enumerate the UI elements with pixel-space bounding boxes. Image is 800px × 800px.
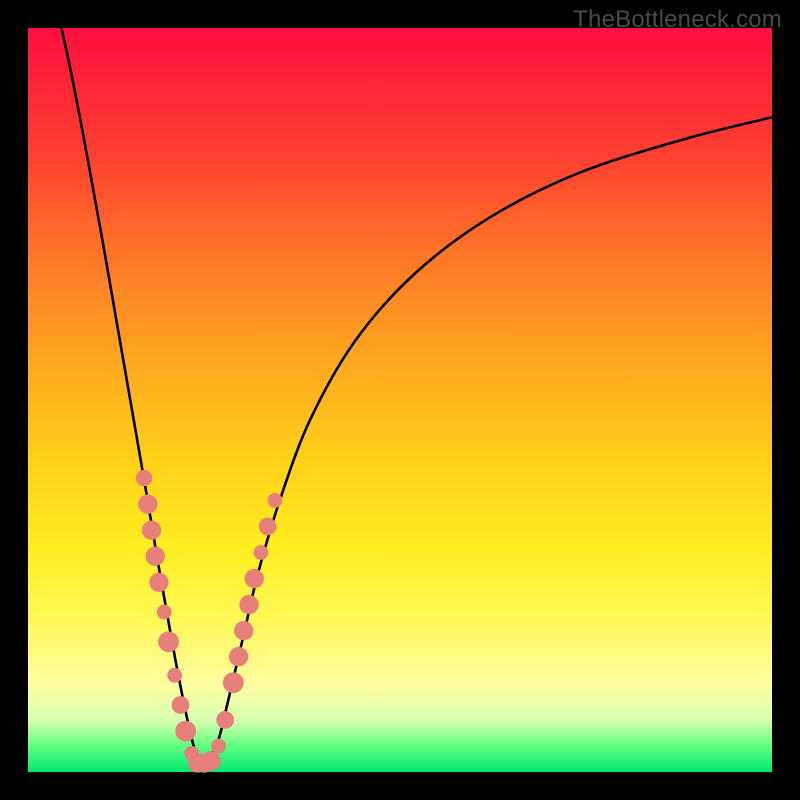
bottleneck-curve bbox=[62, 28, 773, 763]
bead-marker bbox=[172, 696, 190, 714]
bead-marker bbox=[158, 631, 179, 652]
bead-marker bbox=[254, 545, 269, 560]
bead-marker bbox=[142, 521, 161, 540]
bead-marker bbox=[234, 621, 253, 640]
bead-marker bbox=[138, 495, 157, 514]
bead-marker bbox=[259, 518, 277, 536]
bead-marker bbox=[223, 672, 244, 693]
bead-marker bbox=[167, 668, 182, 683]
bead-marker bbox=[201, 751, 220, 770]
bead-marker bbox=[211, 739, 226, 754]
bead-marker bbox=[146, 547, 165, 566]
bead-group bbox=[136, 470, 283, 773]
bead-marker bbox=[268, 493, 283, 508]
bead-marker bbox=[175, 721, 196, 742]
bead-marker bbox=[149, 573, 168, 592]
bead-marker bbox=[216, 711, 234, 729]
bottleneck-svg bbox=[28, 28, 772, 772]
bead-marker bbox=[229, 647, 248, 666]
bead-marker bbox=[239, 595, 258, 614]
plot-area bbox=[28, 28, 772, 772]
chart-frame: TheBottleneck.com bbox=[0, 0, 800, 800]
bead-marker bbox=[136, 470, 152, 486]
bead-marker bbox=[157, 605, 172, 620]
watermark-text: TheBottleneck.com bbox=[573, 6, 782, 34]
bead-marker bbox=[245, 569, 264, 588]
